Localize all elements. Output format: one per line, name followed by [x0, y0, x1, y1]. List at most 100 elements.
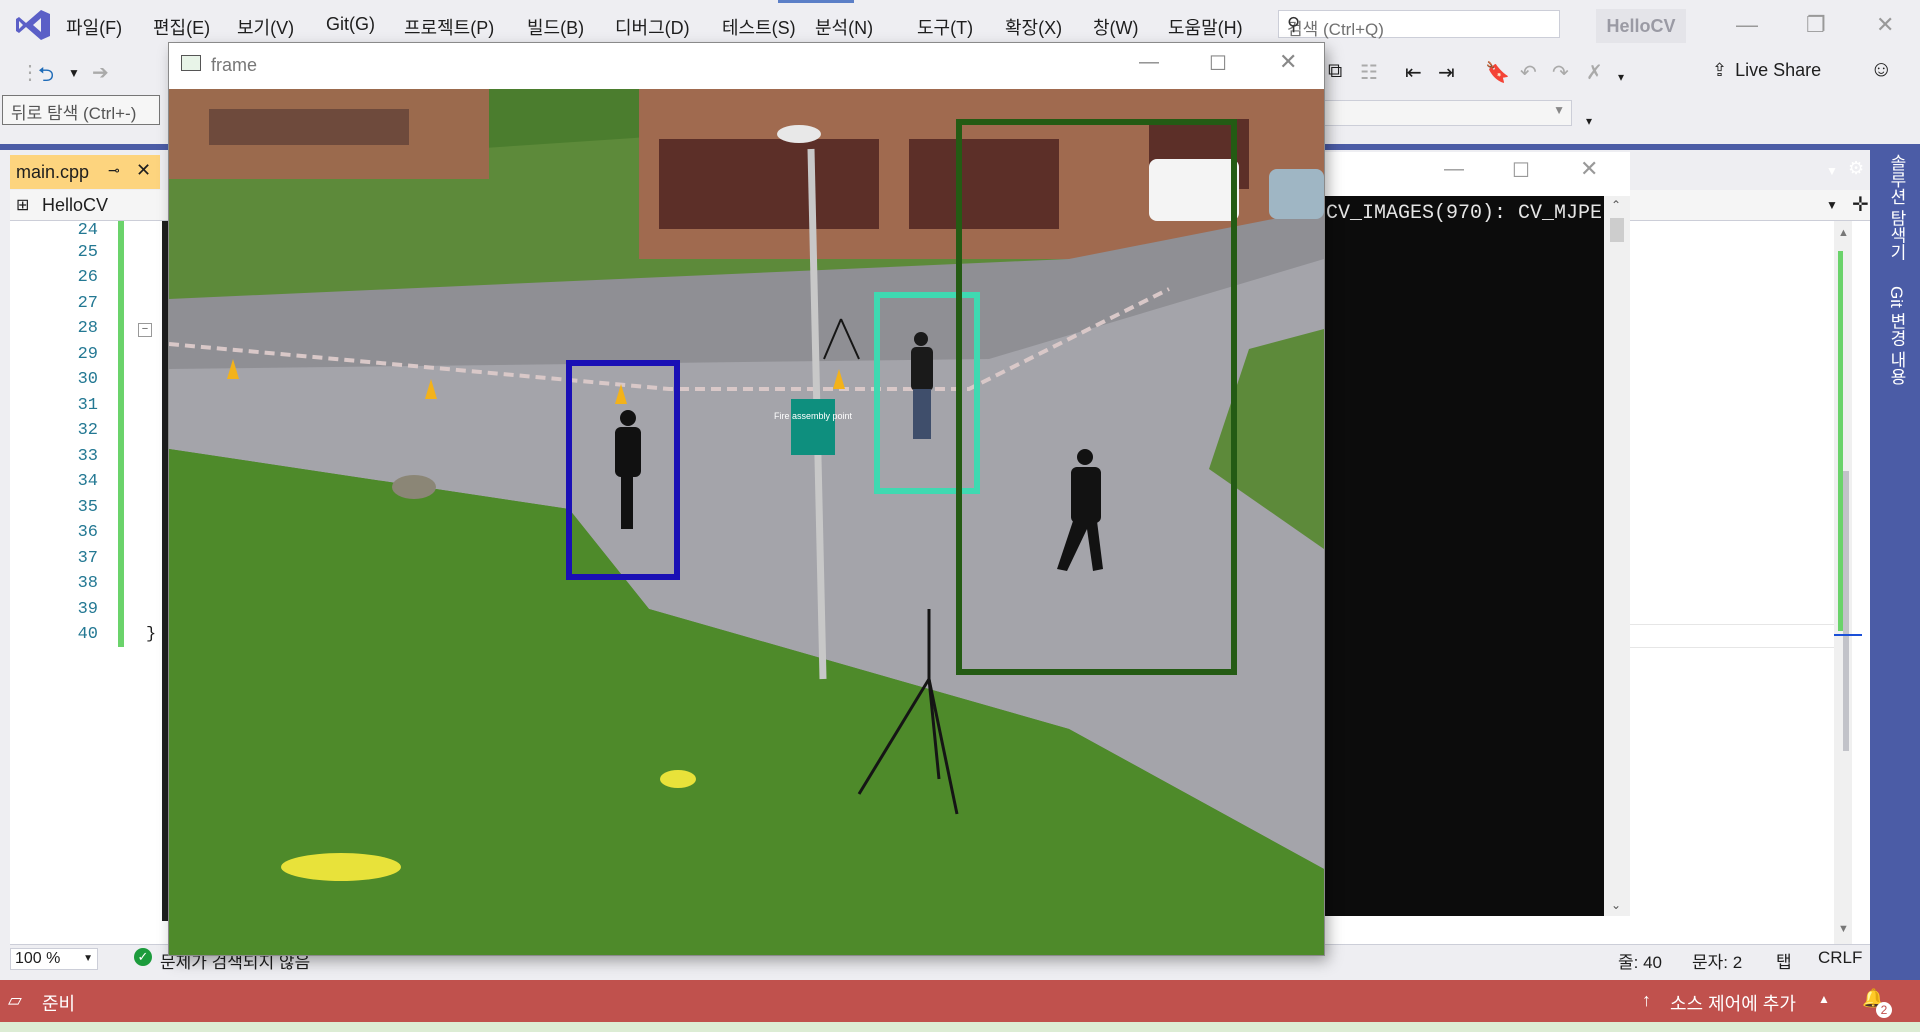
- menu-help[interactable]: 도움말(H): [1168, 14, 1243, 40]
- close-icon[interactable]: ✕: [1876, 12, 1894, 38]
- pin-icon[interactable]: ⊸: [108, 162, 120, 179]
- live-share-label: Live Share: [1735, 60, 1822, 80]
- search-input[interactable]: 검색 (Ctrl+Q) ⚲: [1278, 10, 1560, 39]
- restore-icon[interactable]: ❐: [1806, 12, 1826, 38]
- menu-project[interactable]: 프로젝트(P): [404, 14, 494, 40]
- tab-dropdown-icon[interactable]: ▼: [1826, 164, 1838, 178]
- line-number: 36: [77, 523, 98, 542]
- clear-bookmarks-icon[interactable]: ✗: [1586, 60, 1603, 85]
- back-navigation-tooltip: 뒤로 탐색 (Ctrl+-): [2, 95, 160, 125]
- indent-icon[interactable]: ⇥: [1438, 60, 1455, 85]
- minimize-icon[interactable]: —: [1444, 158, 1464, 181]
- ready-icon: ▱: [8, 990, 22, 1010]
- line-number: 24: [77, 221, 98, 240]
- solution-explorer-tab[interactable]: 솔루션 탐색기: [1884, 154, 1909, 261]
- camera-scene: Fire assembly point: [169, 89, 1324, 955]
- up-arrow-icon: ↑: [1642, 990, 1651, 1010]
- line-number: 35: [77, 498, 98, 517]
- minimize-icon[interactable]: —: [1139, 51, 1159, 74]
- settings-icon[interactable]: ⚙: [1848, 158, 1864, 179]
- frame-title-bar[interactable]: frame — ☐ ✕: [169, 43, 1324, 89]
- console-title-bar[interactable]: — ☐ ✕: [1324, 152, 1630, 196]
- line-number: 32: [77, 421, 98, 440]
- line-number: 37: [77, 549, 98, 568]
- line-number: 40: [77, 625, 98, 644]
- assembly-sign-text: Fire assembly point: [774, 411, 853, 421]
- overflow-icon[interactable]: ▾: [1618, 70, 1624, 84]
- char-indicator[interactable]: 문자: 2: [1692, 948, 1742, 973]
- line-number: 34: [77, 472, 98, 491]
- maximize-icon[interactable]: ☐: [1209, 51, 1227, 76]
- split-icon[interactable]: ✛: [1852, 192, 1869, 217]
- format-icon[interactable]: ☷: [1360, 60, 1378, 85]
- menu-test[interactable]: 테스트(S): [722, 14, 796, 40]
- menu-analyze[interactable]: 분석(N): [815, 14, 873, 40]
- solution-icon[interactable]: ⧉: [1328, 60, 1342, 83]
- zoom-combo[interactable]: 100 % ▼: [10, 948, 98, 970]
- status-bar: ▱ 준비 ↑ 소스 제어에 추가 ▲ 🔔 2: [0, 980, 1920, 1022]
- frame-window[interactable]: frame — ☐ ✕ Fire assembly point: [169, 43, 1324, 955]
- scroll-thumb[interactable]: [1843, 471, 1849, 751]
- next-bookmark-icon[interactable]: ↷: [1552, 60, 1569, 85]
- feedback-icon[interactable]: ☺: [1870, 56, 1892, 82]
- menu-debug[interactable]: 디버그(D): [615, 14, 690, 40]
- menu-window[interactable]: 창(W): [1093, 14, 1139, 40]
- console-output: CV_IMAGES(970): CV_MJPE: [1324, 196, 1604, 916]
- line-number: 26: [77, 268, 98, 287]
- source-control-button[interactable]: 소스 제어에 추가: [1670, 990, 1796, 1016]
- configuration-dropdown[interactable]: ▼: [1322, 100, 1572, 126]
- git-changes-tab[interactable]: Git 변경 내용: [1884, 286, 1909, 385]
- console-scrollbar[interactable]: ⌃ ⌄: [1604, 196, 1630, 916]
- menu-build[interactable]: 빌드(B): [527, 14, 584, 40]
- tab-label: main.cpp: [16, 162, 90, 182]
- menu-view[interactable]: 보기(V): [237, 14, 294, 40]
- scroll-up-icon[interactable]: ▲: [1838, 227, 1849, 239]
- chevron-down-icon: ▼: [83, 953, 93, 964]
- zoom-label: 100 %: [15, 950, 61, 967]
- console-line: CV_IMAGES(970): CV_MJPE: [1326, 202, 1603, 225]
- prev-bookmark-icon[interactable]: ↶: [1520, 60, 1537, 85]
- notification-badge: 2: [1876, 1002, 1892, 1018]
- tab-mode-indicator[interactable]: 탭: [1776, 948, 1792, 973]
- minimize-icon[interactable]: —: [1736, 12, 1758, 38]
- menu-extensions[interactable]: 확장(X): [1005, 14, 1062, 40]
- line-number: 28: [77, 319, 98, 338]
- scroll-thumb[interactable]: [1610, 218, 1624, 242]
- close-tab-icon[interactable]: ✕: [136, 160, 151, 181]
- menu-edit[interactable]: 편집(E): [153, 14, 210, 40]
- frame-title: frame: [211, 55, 258, 75]
- change-tracking-bar: [118, 221, 124, 647]
- window-icon: [181, 55, 201, 71]
- maximize-icon[interactable]: ☐: [1512, 158, 1530, 183]
- line-indicator[interactable]: 줄: 40: [1618, 948, 1662, 973]
- scroll-down-icon[interactable]: ⌄: [1611, 898, 1621, 912]
- outdent-icon[interactable]: ⇤: [1405, 60, 1422, 85]
- menu-file[interactable]: 파일(F): [66, 14, 122, 40]
- ready-label: 준비: [42, 994, 76, 1014]
- menu-git[interactable]: Git(G): [326, 14, 375, 35]
- visual-studio-logo-icon: [16, 10, 50, 40]
- scope-label[interactable]: HelloCV: [42, 195, 108, 216]
- bookmark-icon[interactable]: 🔖: [1485, 60, 1510, 85]
- code-line: }: [146, 625, 157, 644]
- menu-tools[interactable]: 도구(T): [917, 14, 973, 40]
- close-icon[interactable]: ✕: [1580, 156, 1598, 182]
- scroll-up-icon[interactable]: ⌃: [1611, 198, 1621, 212]
- chevron-down-icon[interactable]: ▼: [68, 66, 80, 80]
- video-frame: Fire assembly point: [169, 89, 1324, 955]
- close-icon[interactable]: ✕: [1279, 49, 1297, 75]
- white-van: [1149, 159, 1239, 221]
- eol-indicator[interactable]: CRLF: [1818, 948, 1862, 968]
- collapse-icon[interactable]: −: [138, 323, 152, 337]
- editor-vertical-scrollbar[interactable]: ▲ ▼: [1834, 221, 1862, 944]
- forward-arrow-icon[interactable]: ➔: [92, 60, 109, 85]
- tab-main-cpp[interactable]: main.cpp ⊸ ✕: [10, 155, 160, 189]
- live-share-button[interactable]: ⇪ Live Share: [1712, 60, 1821, 81]
- back-arrow-icon[interactable]: ⮌: [38, 60, 54, 94]
- chevron-down-icon[interactable]: ▼: [1826, 198, 1838, 212]
- toolbar-overflow-icon[interactable]: ▾: [1586, 114, 1592, 128]
- scroll-down-icon[interactable]: ▼: [1838, 923, 1849, 935]
- caret-marker: [1834, 634, 1862, 636]
- line-number: 33: [77, 447, 98, 466]
- console-window[interactable]: — ☐ ✕ CV_IMAGES(970): CV_MJPE ⌃ ⌄: [1324, 152, 1630, 916]
